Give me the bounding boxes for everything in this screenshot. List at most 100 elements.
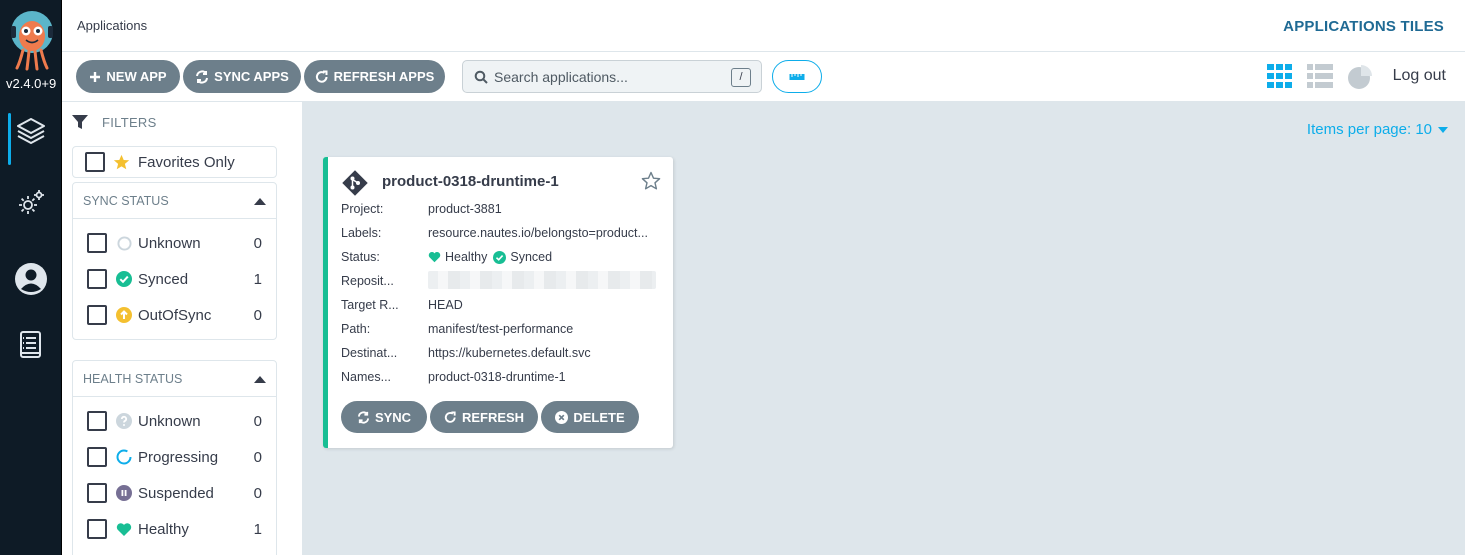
arrow-up-circle-icon <box>116 307 132 323</box>
delete-label: DELETE <box>573 409 625 425</box>
field-key: Names... <box>341 370 392 384</box>
sync-apps-button[interactable]: SYNC APPS <box>183 60 301 93</box>
filter-label: Healthy <box>138 520 189 538</box>
field-namespace: Names... product-0318-druntime-1 <box>341 365 671 389</box>
sync-icon <box>196 69 209 84</box>
spinner-circle-icon <box>116 449 132 465</box>
status-value: Healthy Synced <box>428 250 671 264</box>
new-app-button[interactable]: NEW APP <box>76 60 180 93</box>
items-per-page-select[interactable]: Items per page: 10 <box>1307 121 1448 138</box>
app-fields: Project: product-3881 Labels: resource.n… <box>341 197 671 389</box>
caret-down-icon <box>1438 126 1448 133</box>
favorites-label: Favorites Only <box>138 153 235 171</box>
field-value: product-0318-druntime-1 <box>428 370 566 384</box>
search-shortcut-key: / <box>731 68 751 87</box>
field-key: Destinat... <box>341 346 398 360</box>
favorite-star-icon[interactable] <box>641 171 661 191</box>
heart-icon <box>428 252 441 263</box>
sync-filter-outofsync[interactable]: OutOfSync 0 <box>73 297 276 333</box>
app-name[interactable]: product-0318-druntime-1 <box>382 173 559 190</box>
field-key: Path: <box>341 322 371 336</box>
field-status: Status: Healthy Synced <box>341 245 671 269</box>
check-circle-icon <box>116 271 132 287</box>
health-filter-suspended[interactable]: Suspended 0 <box>73 475 276 511</box>
field-labels: Labels: resource.nautes.io/belongsto=pro… <box>341 221 671 245</box>
sync-filter-unknown[interactable]: Unknown 0 <box>73 225 276 261</box>
sync-status-header[interactable]: SYNC STATUS <box>73 183 276 219</box>
delete-button[interactable]: DELETE <box>541 401 639 433</box>
sync-filter-synced[interactable]: Synced 1 <box>73 261 276 297</box>
field-target-revision: Target R... HEAD <box>341 293 671 317</box>
summary-view-icon[interactable] <box>1347 64 1373 95</box>
filter-label: Synced <box>138 270 189 288</box>
filter-count: 1 <box>253 270 262 288</box>
refresh-icon <box>315 70 328 83</box>
page-title: Applications <box>77 18 148 33</box>
tiles-view-icon[interactable] <box>1267 64 1293 93</box>
logout-link[interactable]: Log out <box>1393 67 1446 85</box>
layers-icon <box>17 118 45 144</box>
filter-label: OutOfSync <box>138 306 212 324</box>
applications-nav[interactable] <box>0 103 62 165</box>
filter-count: 0 <box>253 448 262 466</box>
git-icon <box>342 170 368 196</box>
filter-label: Unknown <box>138 234 201 252</box>
sync-button[interactable]: SYNC <box>341 401 427 433</box>
settings-nav[interactable] <box>0 175 62 231</box>
documentation-nav[interactable] <box>0 317 62 373</box>
pause-circle-icon <box>116 485 132 501</box>
new-app-label: NEW APP <box>106 69 167 84</box>
list-view-icon[interactable] <box>1307 64 1333 93</box>
user-info-nav[interactable] <box>0 251 62 307</box>
filters-panel: FILTERS Favorites Only SYNC STATUS Unkno… <box>62 102 303 555</box>
plus-icon <box>90 71 101 82</box>
field-key: Project: <box>341 202 384 216</box>
health-filter-healthy[interactable]: Healthy 1 <box>73 511 276 547</box>
health-filter-progressing[interactable]: Progressing 0 <box>73 439 276 475</box>
argo-logo[interactable] <box>9 10 55 72</box>
sync-apps-label: SYNC APPS <box>214 69 289 84</box>
refresh-apps-button[interactable]: REFRESH APPS <box>304 60 445 93</box>
checkbox[interactable] <box>87 233 107 253</box>
caret-up-icon <box>254 197 266 205</box>
filter-count: 1 <box>253 520 262 538</box>
checkbox[interactable] <box>87 269 107 289</box>
checkbox[interactable] <box>87 519 107 539</box>
checkbox[interactable] <box>87 447 107 467</box>
favorites-only-filter[interactable]: Favorites Only <box>72 146 277 178</box>
field-destination: Destinat... https://kubernetes.default.s… <box>341 341 671 365</box>
ruler-button[interactable] <box>772 60 822 93</box>
top-bar: Applications APPLICATIONS TILES <box>62 0 1465 52</box>
refresh-button[interactable]: REFRESH <box>430 401 538 433</box>
filters-title: FILTERS <box>102 114 157 130</box>
search-input[interactable]: Search applications... / <box>462 60 762 93</box>
user-icon <box>15 263 47 295</box>
sync-status-filter: SYNC STATUS Unknown 0 Synced 1 OutOfSync… <box>72 182 277 340</box>
filter-label: Suspended <box>138 484 214 502</box>
health-filter-unknown[interactable]: Unknown 0 <box>73 403 276 439</box>
checkbox[interactable] <box>87 305 107 325</box>
sync-status-title: SYNC STATUS <box>83 193 169 208</box>
app-tile[interactable]: product-0318-druntime-1 Project: product… <box>323 157 673 448</box>
checkbox[interactable] <box>87 411 107 431</box>
field-value-redacted <box>428 270 671 292</box>
filter-label: Unknown <box>138 412 201 430</box>
field-key: Labels: <box>341 226 382 240</box>
items-per-page-label: Items per page: 10 <box>1306 121 1432 138</box>
question-circle-icon <box>116 413 132 429</box>
field-path: Path: manifest/test-performance <box>341 317 671 341</box>
refresh-icon <box>444 410 456 423</box>
health-status-filter: HEALTH STATUS Unknown 0 Progressing 0 Su… <box>72 360 277 555</box>
filters-header: FILTERS <box>72 114 157 130</box>
check-circle-icon <box>493 250 507 264</box>
filter-label: Progressing <box>138 448 219 466</box>
health-status-header[interactable]: HEALTH STATUS <box>73 361 276 397</box>
applications-content: Items per page: 10 product-0318-druntime… <box>303 102 1465 555</box>
field-key: Target R... <box>341 298 399 312</box>
circle-outline-icon <box>116 235 132 251</box>
checkbox[interactable] <box>87 483 107 503</box>
filter-count: 0 <box>253 306 262 324</box>
field-value: manifest/test-performance <box>428 322 574 336</box>
favorites-checkbox[interactable] <box>85 152 105 172</box>
field-value: HEAD <box>428 298 463 312</box>
